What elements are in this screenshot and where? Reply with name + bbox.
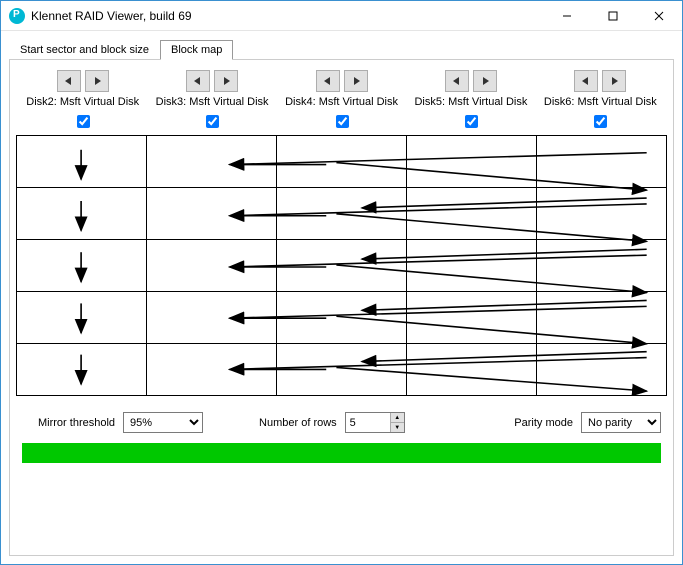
disk-nav-next[interactable] xyxy=(85,70,109,92)
triangle-right-icon xyxy=(481,77,489,85)
mirror-threshold-select[interactable]: 95% xyxy=(123,412,203,433)
triangle-left-icon xyxy=(453,77,461,85)
disk-column: Disk2: Msft Virtual Disk xyxy=(18,70,147,131)
titlebar: Klennet RAID Viewer, build 69 xyxy=(1,1,682,31)
block-cell xyxy=(17,292,147,344)
disk-label: Disk3: Msft Virtual Disk xyxy=(156,96,269,108)
disk-nav-prev[interactable] xyxy=(186,70,210,92)
block-cell xyxy=(147,344,277,396)
disk-enable-checkbox[interactable] xyxy=(206,115,219,128)
block-cell xyxy=(407,240,537,292)
block-cell xyxy=(537,292,667,344)
block-cell xyxy=(147,188,277,240)
maximize-button[interactable] xyxy=(590,1,636,31)
client-area: Start sector and block size Block map Di… xyxy=(1,31,682,564)
window-title: Klennet RAID Viewer, build 69 xyxy=(31,9,544,23)
app-icon xyxy=(9,8,25,24)
disk-column: Disk5: Msft Virtual Disk xyxy=(406,70,535,131)
block-cell xyxy=(407,344,537,396)
app-window: Klennet RAID Viewer, build 69 Start sect… xyxy=(0,0,683,565)
close-button[interactable] xyxy=(636,1,682,31)
block-cell xyxy=(277,188,407,240)
block-cell xyxy=(147,240,277,292)
close-icon xyxy=(654,11,664,21)
triangle-right-icon xyxy=(610,77,618,85)
rows-step-down[interactable]: ▼ xyxy=(390,423,404,432)
disk-column: Disk4: Msft Virtual Disk xyxy=(277,70,406,131)
disk-enable-checkbox[interactable] xyxy=(77,115,90,128)
block-cell xyxy=(537,136,667,188)
block-cell xyxy=(407,188,537,240)
minimize-button[interactable] xyxy=(544,1,590,31)
block-cell xyxy=(537,188,667,240)
disk-nav-prev[interactable] xyxy=(574,70,598,92)
mirror-threshold-label: Mirror threshold xyxy=(38,417,115,429)
disk-label: Disk6: Msft Virtual Disk xyxy=(544,96,657,108)
disk-column: Disk6: Msft Virtual Disk xyxy=(536,70,665,131)
block-cell xyxy=(537,344,667,396)
number-of-rows-label: Number of rows xyxy=(259,417,337,429)
block-cell xyxy=(17,188,147,240)
block-cell xyxy=(407,136,537,188)
disk-label: Disk5: Msft Virtual Disk xyxy=(414,96,527,108)
triangle-right-icon xyxy=(222,77,230,85)
tab-start-sector[interactable]: Start sector and block size xyxy=(9,40,160,60)
block-cell xyxy=(537,240,667,292)
triangle-left-icon xyxy=(194,77,202,85)
triangle-right-icon xyxy=(352,77,360,85)
parity-mode-select[interactable]: No parity xyxy=(581,412,661,433)
rows-step-up[interactable]: ▲ xyxy=(390,413,404,423)
disk-nav-next[interactable] xyxy=(214,70,238,92)
block-grid-wrap xyxy=(16,135,667,396)
parity-mode-label: Parity mode xyxy=(514,417,573,429)
block-cell xyxy=(17,136,147,188)
triangle-left-icon xyxy=(324,77,332,85)
tab-block-map[interactable]: Block map xyxy=(160,40,233,60)
disk-nav-prev[interactable] xyxy=(316,70,340,92)
disk-enable-checkbox[interactable] xyxy=(465,115,478,128)
disk-enable-checkbox[interactable] xyxy=(336,115,349,128)
disk-nav-next[interactable] xyxy=(602,70,626,92)
disk-nav-next[interactable] xyxy=(473,70,497,92)
disk-header-row: Disk2: Msft Virtual Disk Disk3: Msft Virt… xyxy=(16,70,667,131)
block-cell xyxy=(147,292,277,344)
maximize-icon xyxy=(608,11,618,21)
block-cell xyxy=(17,240,147,292)
disk-nav-next[interactable] xyxy=(344,70,368,92)
triangle-right-icon xyxy=(93,77,101,85)
block-grid xyxy=(16,135,667,396)
disk-column: Disk3: Msft Virtual Disk xyxy=(147,70,276,131)
window-controls xyxy=(544,1,682,30)
block-cell xyxy=(17,344,147,396)
disk-label: Disk4: Msft Virtual Disk xyxy=(285,96,398,108)
progress-bar xyxy=(22,443,661,463)
block-cell xyxy=(407,292,537,344)
minimize-icon xyxy=(562,11,572,21)
block-cell xyxy=(277,240,407,292)
triangle-left-icon xyxy=(582,77,590,85)
block-cell xyxy=(277,292,407,344)
block-map-panel: Disk2: Msft Virtual Disk Disk3: Msft Virt… xyxy=(9,59,674,556)
disk-label: Disk2: Msft Virtual Disk xyxy=(26,96,139,108)
disk-nav-prev[interactable] xyxy=(57,70,81,92)
block-cell xyxy=(277,344,407,396)
disk-enable-checkbox[interactable] xyxy=(594,115,607,128)
triangle-left-icon xyxy=(65,77,73,85)
block-cell xyxy=(277,136,407,188)
bottom-controls: Mirror threshold 95% Number of rows ▲ ▼ … xyxy=(16,396,667,443)
tab-strip: Start sector and block size Block map xyxy=(9,37,674,59)
block-cell xyxy=(147,136,277,188)
disk-nav-prev[interactable] xyxy=(445,70,469,92)
